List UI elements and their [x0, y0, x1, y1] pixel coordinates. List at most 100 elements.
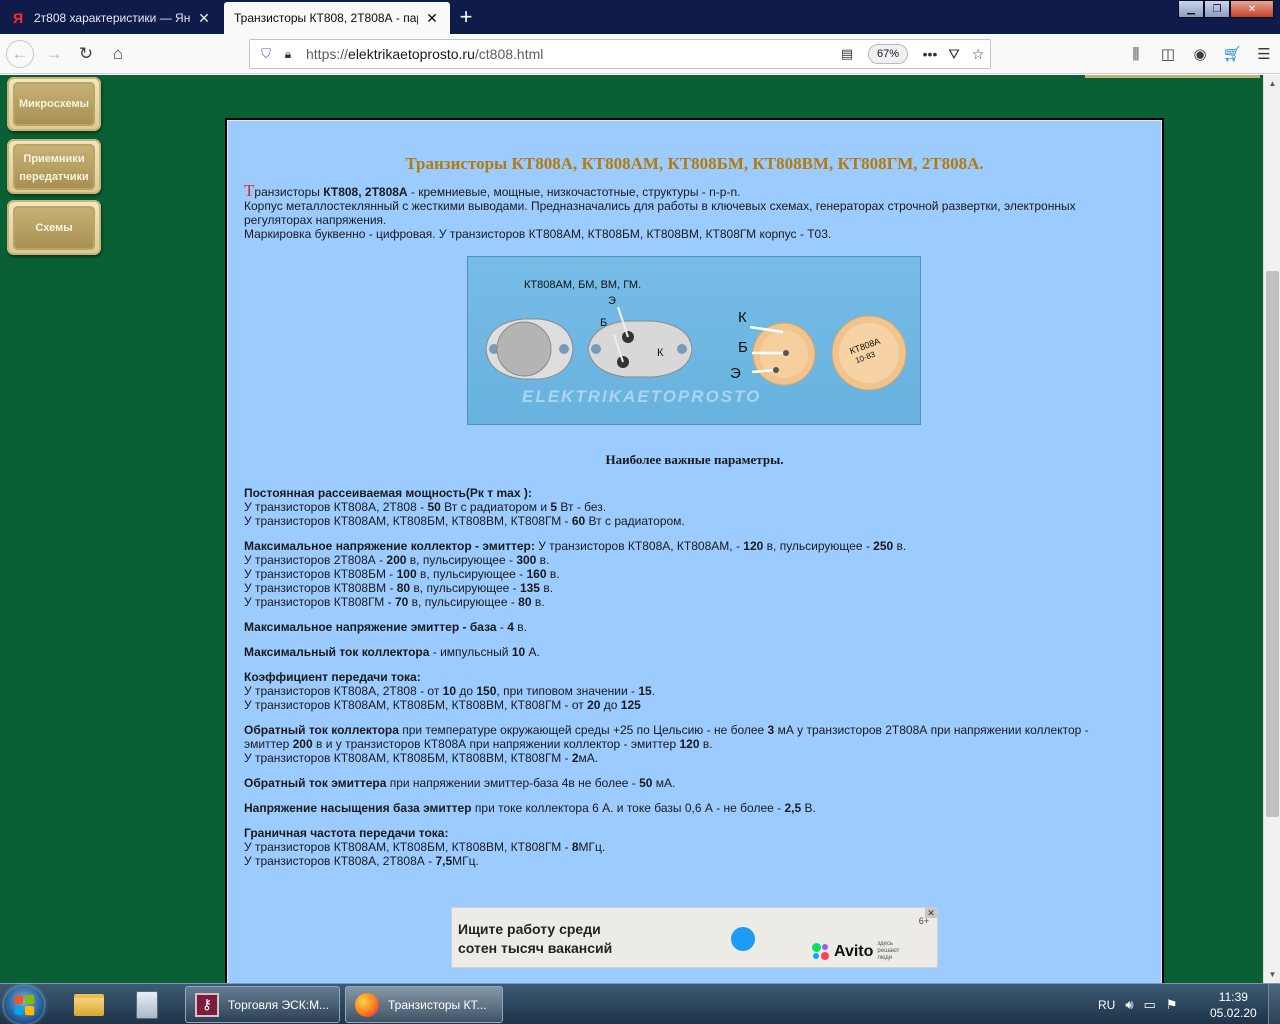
scroll-thumb[interactable] — [1266, 271, 1279, 817]
minimize-button[interactable]: ▁ — [1178, 0, 1204, 18]
sidebar-item-receivers[interactable]: Приемники передатчики — [7, 139, 101, 194]
ad-text: Ищите работу среди сотен тысяч вакансий — [458, 920, 612, 958]
new-tab-button[interactable]: + — [454, 4, 478, 30]
param-text: до — [456, 684, 477, 698]
account-icon[interactable]: ◉ — [1184, 40, 1216, 68]
label-line2: передатчики — [19, 170, 89, 183]
param-text: У транзисторов КТ808АМ, КТ808БМ, КТ808ВМ… — [244, 840, 572, 854]
ad-brand: Avito — [834, 942, 874, 960]
url-text[interactable]: https://elektrikaetoprosto.ru/ct808.html — [306, 46, 836, 62]
start-button[interactable] — [4, 986, 44, 1024]
param-value: 200 — [292, 737, 313, 751]
param-value: 80 — [396, 581, 411, 595]
pin-label-k: К — [657, 347, 664, 359]
section-title: Наиболее важные параметры. — [605, 452, 784, 467]
param-title: Обратный ток коллектора — [244, 723, 399, 737]
param-text: У транзисторов 2Т808А - — [244, 553, 387, 567]
lead-label-e: Э — [730, 365, 741, 382]
param-value: 60 — [571, 514, 586, 528]
param-value: 120 — [679, 737, 700, 751]
sidebar-item-microchips[interactable]: Микросхемы — [7, 77, 101, 131]
advertisement-banner[interactable]: Ищите работу среди сотен тысяч вакансий … — [451, 907, 938, 968]
url-bar[interactable]: ⛉ 🔒︎ https://elektrikaetoprosto.ru/ct808… — [249, 39, 991, 69]
param-text: У транзисторов КТ808А, 2Т808 - от — [244, 684, 443, 698]
close-icon[interactable]: ✕ — [424, 10, 440, 26]
param-text: МГц. — [452, 854, 479, 868]
action-center-icon[interactable]: ⚑ — [1166, 997, 1178, 1013]
param-text: в. — [513, 620, 527, 634]
close-window-button[interactable]: ✕ — [1230, 0, 1274, 18]
back-button[interactable]: ← — [6, 40, 34, 68]
param-text: мА. — [652, 776, 676, 790]
reload-button[interactable]: ↻ — [72, 40, 100, 68]
reader-icon[interactable]: ▤ — [836, 46, 858, 62]
ad-close-button[interactable]: ✕ — [925, 908, 937, 918]
volume-icon[interactable]: 🔊︎ — [1125, 997, 1133, 1013]
page-scrollbar[interactable]: ▲ ▼ — [1263, 75, 1280, 983]
param-text: в. — [531, 595, 545, 609]
taskbar-item-label: Торговля ЭСК:М... — [228, 997, 330, 1012]
tab-transistors[interactable]: Транзисторы КТ808, 2Т808А - параметры ✕ — [224, 2, 450, 34]
param-value: 150 — [476, 684, 497, 698]
cart-icon[interactable]: 🛒︎ — [1216, 40, 1248, 68]
param-value: 2 — [571, 751, 579, 765]
watermark: ELEKTRIKAETOPROSTO — [522, 387, 762, 406]
param-text: У транзисторов КТ808А, 2Т808А - — [244, 854, 436, 868]
shield-icon[interactable]: ⛉ — [258, 46, 274, 62]
param-title: Максимальный ток коллектора — [244, 645, 430, 659]
sidebar-icon[interactable]: ◫ — [1152, 40, 1184, 68]
forward-button[interactable]: → — [40, 40, 68, 68]
url-scheme: https:// — [306, 46, 349, 62]
param-text: У транзисторов КТ808ГМ - — [244, 595, 395, 609]
more-icon[interactable]: ••• — [918, 46, 942, 62]
tab-yandex-search[interactable]: Я 2т808 характеристики — Яндекс ✕ — [0, 2, 222, 34]
param-value: 4 — [507, 620, 514, 634]
1c-icon-wrapper: ⚷ — [194, 992, 220, 1018]
web-page: Микросхемы Приемники передатчики Схемы Тр… — [0, 75, 1263, 983]
zoom-indicator[interactable]: 67% — [867, 44, 908, 64]
page-title: Транзисторы КТ808А, КТ808АМ, КТ808БМ, КТ… — [405, 154, 984, 173]
clock[interactable]: 11:39 05.02.20 — [1210, 989, 1257, 1021]
language-indicator[interactable]: RU — [1098, 998, 1115, 1012]
scroll-up-icon[interactable]: ▲ — [1264, 75, 1280, 92]
param-text: У транзисторов КТ808АМ, КТ808БМ, КТ808ВМ… — [244, 698, 588, 712]
param-text: в, пульсирующее - — [406, 553, 517, 567]
bookmark-star-icon[interactable]: ☆ — [966, 46, 990, 63]
param-value: 70 — [394, 595, 409, 609]
avito-dots-icon — [812, 942, 830, 961]
param-text: А. — [525, 645, 540, 659]
param-text: в, пульсирующее - — [408, 595, 519, 609]
param-text: в. — [546, 567, 560, 581]
library-icon[interactable]: ⫼ — [1120, 40, 1152, 68]
calculator-pin[interactable] — [120, 988, 174, 1022]
yandex-icon: Я — [12, 10, 24, 26]
param-text: , при типовом значении - — [496, 684, 639, 698]
lock-icon[interactable]: 🔒︎ — [280, 47, 296, 62]
close-icon[interactable]: ✕ — [196, 10, 212, 26]
scroll-down-icon[interactable]: ▼ — [1264, 966, 1280, 983]
explorer-pin[interactable] — [62, 988, 116, 1022]
home-button[interactable]: ⌂ — [104, 40, 132, 68]
param-value: 80 — [518, 595, 532, 609]
image-caption: КТ808АМ, БМ, ВМ, ГМ. — [524, 279, 642, 291]
taskbar-item-1c[interactable]: ⚷ Торговля ЭСК:М... — [185, 986, 340, 1023]
arrow-left-icon: ← — [11, 44, 29, 63]
param-value: 10 — [511, 645, 526, 659]
param-text: в. — [893, 539, 907, 553]
sidebar-item-schemes[interactable]: Схемы — [7, 200, 101, 255]
pocket-icon[interactable]: ⛛ — [942, 46, 966, 63]
firefox-icon — [355, 992, 379, 1017]
param-vce: Максимальное напряжение коллектор - эмит… — [244, 539, 1124, 609]
param-power: Постоянная рассеиваемая мощность(Рк т ma… — [244, 486, 1124, 528]
param-text: в, пульсирующее - — [410, 581, 520, 595]
param-value: 50 — [427, 500, 441, 514]
menu-icon[interactable]: ☰ — [1248, 40, 1280, 68]
param-title: Постоянная рассеиваемая мощность(Рк т ma… — [244, 486, 532, 500]
param-value: 7,5 — [435, 854, 453, 868]
show-desktop-button[interactable] — [1268, 984, 1280, 1024]
taskbar-item-firefox[interactable]: Транзисторы КТ... — [345, 986, 503, 1023]
arrow-right-icon: → — [45, 44, 63, 63]
maximize-button[interactable]: ❐ — [1204, 0, 1230, 18]
param-title: Напряжение насыщения база эмиттер — [244, 801, 472, 815]
network-icon[interactable]: ▭ — [1144, 997, 1156, 1013]
